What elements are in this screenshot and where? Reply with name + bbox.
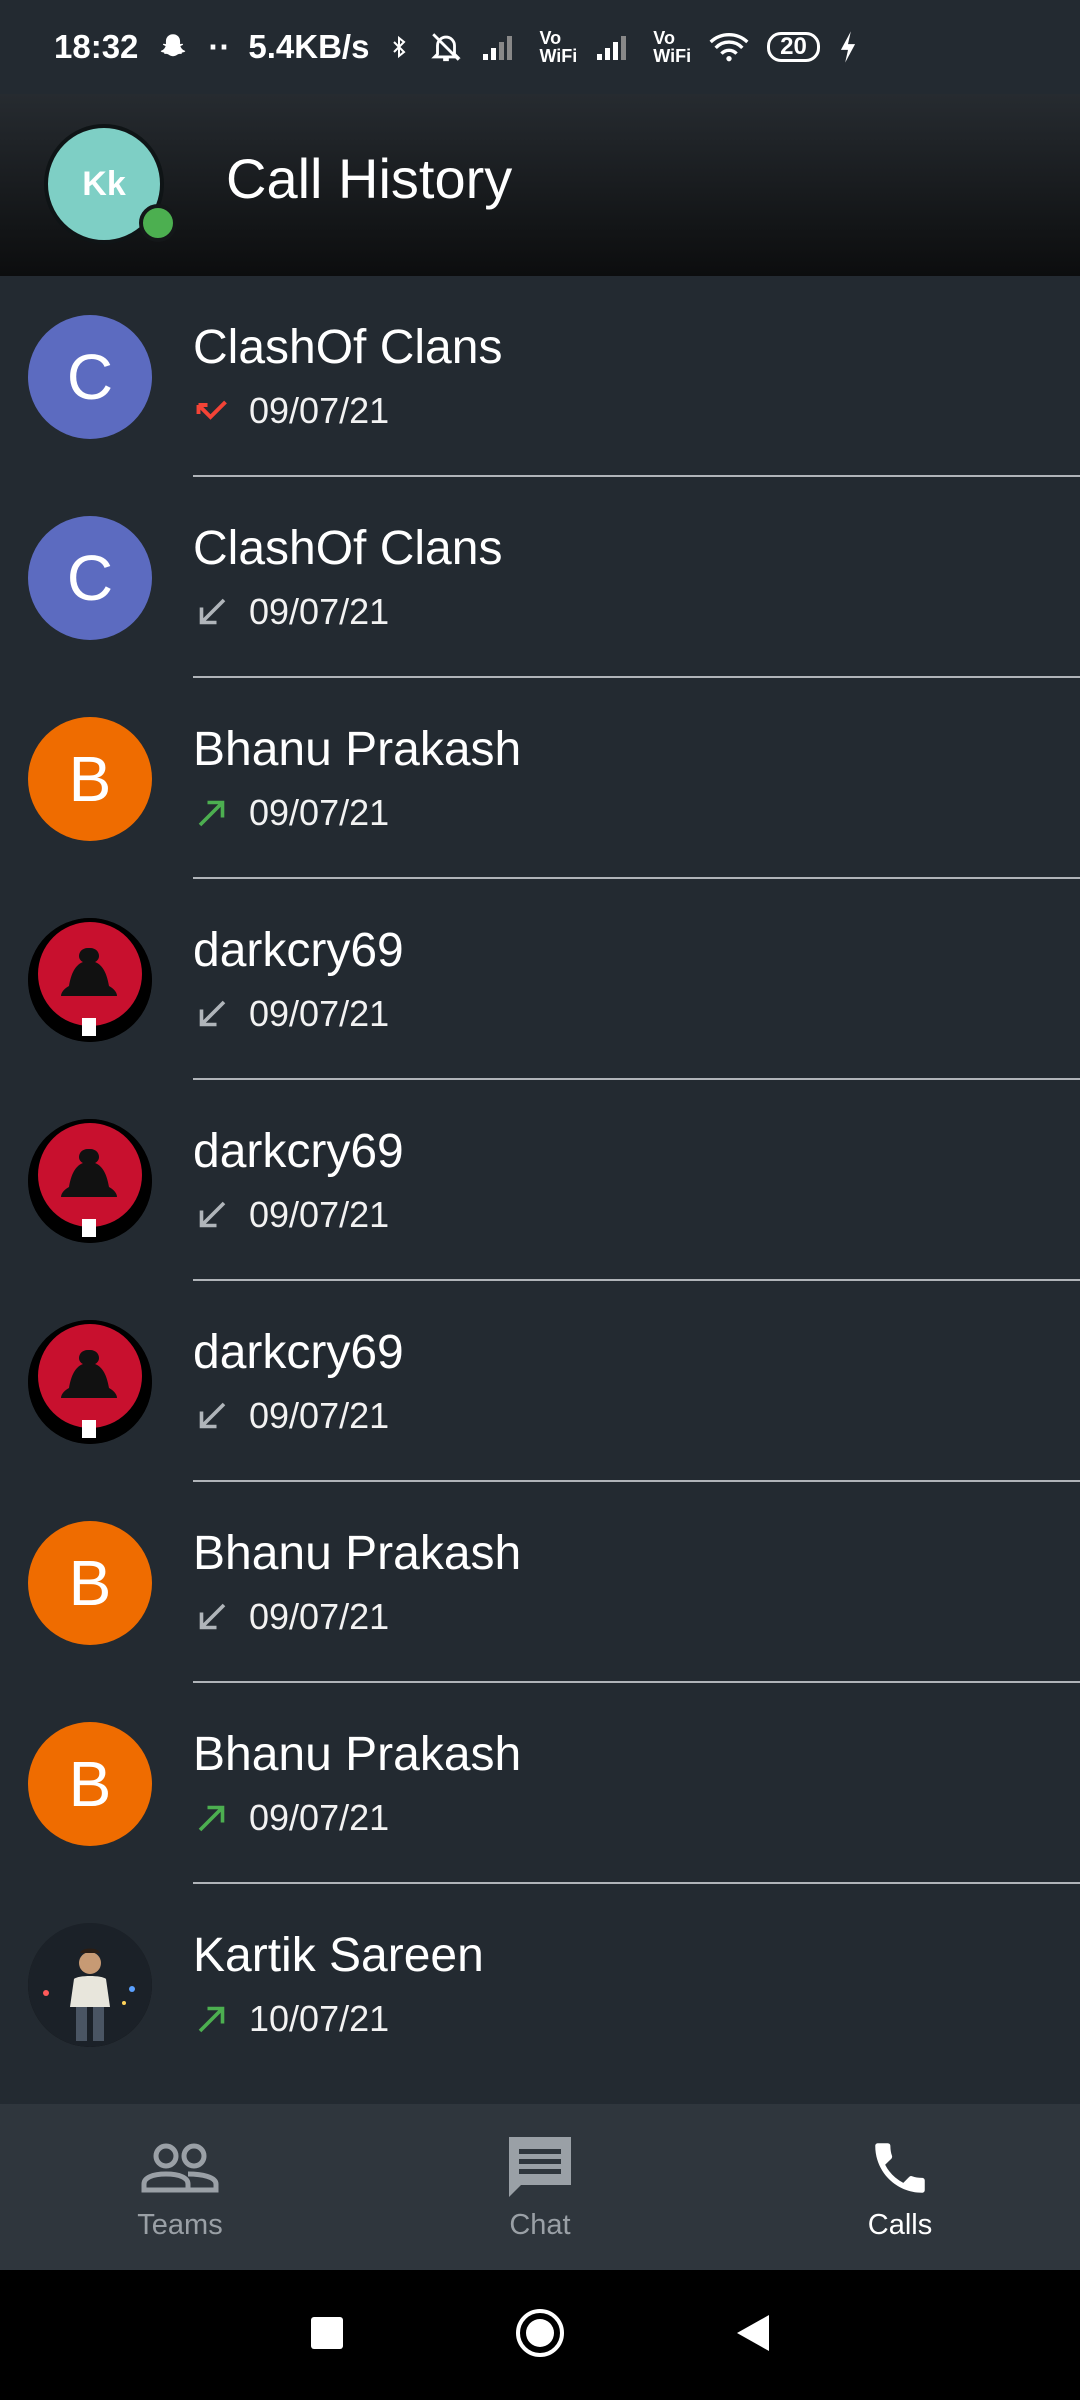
call-row[interactable]: B Bhanu Prakash 09/07/21: [0, 1482, 1080, 1683]
phone-icon: [855, 2133, 945, 2203]
call-meta: 09/07/21: [193, 591, 389, 633]
call-date: 09/07/21: [249, 993, 390, 1034]
call-date: 10/07/21: [249, 1998, 390, 2039]
call-meta: 10/07/21: [193, 1998, 389, 2040]
call-row[interactable]: darkcry69 09/07/21: [0, 1080, 1080, 1281]
signal-icon-2: [595, 32, 635, 62]
nav-teams-label: Teams: [137, 2208, 223, 2241]
call-row[interactable]: B Bhanu Prakash 09/07/21: [0, 1683, 1080, 1884]
contact-name: darkcry69: [193, 1326, 404, 1379]
contact-avatar[interactable]: B: [28, 1722, 152, 1846]
call-meta: 09/07/21: [193, 792, 389, 834]
signal-icon: [481, 32, 521, 62]
incoming-call-icon: [193, 593, 231, 631]
call-row[interactable]: B Bhanu Prakash 09/07/21: [0, 678, 1080, 879]
incoming-call-icon: [193, 1397, 231, 1435]
call-meta: 09/07/21: [193, 1596, 389, 1638]
call-row[interactable]: Kartik Sareen 10/07/21: [0, 1884, 1080, 2085]
call-date: 09/07/21: [249, 591, 390, 632]
incoming-call-icon: [193, 1196, 231, 1234]
contact-name: Bhanu Prakash: [193, 1728, 522, 1781]
call-date: 09/07/21: [249, 1797, 390, 1838]
chat-icon: [495, 2133, 585, 2203]
contact-avatar[interactable]: B: [28, 1521, 152, 1645]
call-meta: 09/07/21: [193, 1797, 389, 1839]
back-button[interactable]: [735, 2313, 771, 2358]
call-meta: 09/07/21: [193, 993, 389, 1035]
outgoing-call-icon: [193, 2000, 231, 2038]
online-status-dot: [139, 204, 177, 242]
contact-avatar[interactable]: B: [28, 717, 152, 841]
call-date: 09/07/21: [249, 390, 390, 431]
call-date: 09/07/21: [249, 1395, 390, 1436]
contact-avatar[interactable]: [28, 1119, 152, 1243]
status-dots: ··: [208, 28, 231, 65]
call-row[interactable]: C ClashOf Clans 09/07/21: [0, 477, 1080, 678]
battery-indicator: 20: [767, 32, 820, 62]
call-row[interactable]: darkcry69 09/07/21: [0, 1281, 1080, 1482]
contact-name: Bhanu Prakash: [193, 723, 522, 776]
outgoing-call-icon: [193, 1799, 231, 1837]
status-bar: 18:32 ·· 5.4KB/s Vo WiFi Vo WiFi 20: [0, 0, 1080, 94]
missed-call-icon: [193, 392, 231, 430]
call-date: 09/07/21: [249, 792, 390, 833]
app-header: Kk Call History: [0, 94, 1080, 276]
nav-chat[interactable]: Chat: [360, 2104, 720, 2270]
home-button[interactable]: [515, 2308, 565, 2363]
incoming-call-icon: [193, 1598, 231, 1636]
incoming-call-icon: [193, 995, 231, 1033]
contact-name: Bhanu Prakash: [193, 1527, 522, 1580]
nav-chat-label: Chat: [509, 2208, 571, 2241]
call-row[interactable]: darkcry69 09/07/21: [0, 879, 1080, 1080]
contact-name: darkcry69: [193, 1125, 404, 1178]
wifi-icon: [709, 32, 749, 62]
vowifi-icon: Vo WiFi: [539, 28, 578, 66]
contact-avatar[interactable]: [28, 918, 152, 1042]
snapchat-icon: [156, 30, 190, 64]
call-meta: 09/07/21: [193, 390, 389, 432]
contact-name: ClashOf Clans: [193, 321, 503, 374]
contact-name: darkcry69: [193, 924, 404, 977]
outgoing-call-icon: [193, 794, 231, 832]
nav-calls[interactable]: Calls: [720, 2104, 1080, 2270]
nav-calls-label: Calls: [867, 2208, 933, 2241]
system-nav-bar: [0, 2270, 1080, 2400]
charging-icon: [838, 30, 858, 64]
recent-apps-button[interactable]: [309, 2315, 345, 2356]
contact-avatar[interactable]: [28, 1320, 152, 1444]
contact-name: ClashOf Clans: [193, 522, 503, 575]
vowifi-icon-2: Vo WiFi: [653, 28, 692, 66]
call-date: 09/07/21: [249, 1596, 390, 1637]
nav-teams[interactable]: Teams: [0, 2104, 360, 2270]
page-title: Call History: [226, 147, 513, 210]
contact-avatar[interactable]: C: [28, 516, 152, 640]
call-date: 09/07/21: [249, 1194, 390, 1235]
contact-avatar[interactable]: [28, 1923, 152, 2047]
bluetooth-icon: [387, 30, 411, 64]
call-meta: 09/07/21: [193, 1395, 389, 1437]
bottom-nav: Teams Chat Calls: [0, 2104, 1080, 2270]
bell-off-icon: [429, 30, 463, 64]
contact-avatar[interactable]: C: [28, 315, 152, 439]
status-time: 18:32: [54, 28, 139, 65]
contact-name: Kartik Sareen: [193, 1929, 484, 1982]
network-speed: 5.4KB/s: [248, 28, 370, 65]
call-row[interactable]: C ClashOf Clans 09/07/21: [0, 276, 1080, 477]
teams-icon: [135, 2133, 225, 2203]
call-meta: 09/07/21: [193, 1194, 389, 1236]
call-history-list[interactable]: C ClashOf Clans 09/07/21 C ClashOf Clans 09/0…: [0, 276, 1080, 2104]
